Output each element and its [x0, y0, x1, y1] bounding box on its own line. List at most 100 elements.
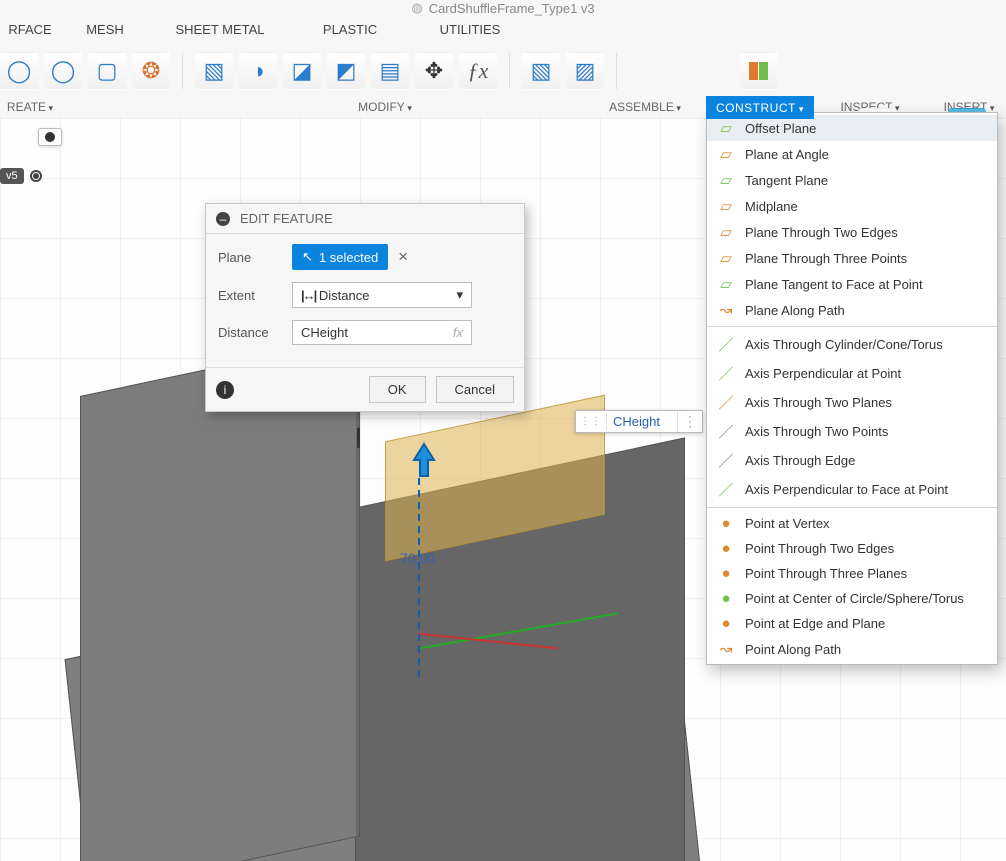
move-icon[interactable]: ✥	[415, 52, 453, 90]
version-visibility-toggle[interactable]	[30, 170, 42, 182]
shell-icon[interactable]: ▤	[371, 52, 409, 90]
menu-axis-perp-face[interactable]: ／Axis Perpendicular to Face at Point	[707, 475, 997, 504]
menu-plane-tangent-face[interactable]: ▱Plane Tangent to Face at Point	[707, 271, 997, 297]
point-vertex-icon: ●	[717, 515, 735, 532]
loft-icon[interactable]: ◪	[283, 52, 321, 90]
chevron-down-icon: ▾	[456, 287, 463, 303]
midplane-icon: ▱	[717, 197, 735, 215]
menu-point-vertex[interactable]: ●Point at Vertex	[707, 511, 997, 536]
axis-edge-icon: ／	[717, 450, 735, 471]
version-tag-label: v5	[0, 168, 24, 184]
offset-direction-line	[418, 478, 420, 678]
menu-point-three-planes[interactable]: ●Point Through Three Planes	[707, 561, 997, 586]
point-edge-plane-icon: ●	[717, 615, 735, 632]
menu-point-edge-plane[interactable]: ●Point at Edge and Plane	[707, 611, 997, 636]
sketch-cube-icon[interactable]: ▢	[88, 52, 126, 90]
plane-angle-icon: ▱	[717, 145, 735, 163]
menu-separator-1	[707, 326, 997, 327]
dialog-titlebar[interactable]: – EDIT FEATURE	[206, 204, 524, 234]
menu-axis-cct[interactable]: ／Axis Through Cylinder/Cone/Torus	[707, 330, 997, 359]
menu-axis-through-edge[interactable]: ／Axis Through Edge	[707, 446, 997, 475]
category-plastic[interactable]: PLASTIC	[290, 22, 410, 44]
dialog-collapse-icon[interactable]: –	[216, 212, 230, 226]
menu-tangent-plane[interactable]: ▱Tangent Plane	[707, 167, 997, 193]
dialog-footer: i OK Cancel	[206, 367, 524, 411]
plane-label: Plane	[218, 250, 292, 265]
sketch-torus-icon[interactable]: ❂	[132, 52, 170, 90]
dialog-title-text: EDIT FEATURE	[240, 211, 333, 226]
category-utilities[interactable]: UTILITIES	[410, 22, 530, 44]
menu-axis-two-planes[interactable]: ／Axis Through Two Planes	[707, 388, 997, 417]
fx-hint-icon: fx	[453, 325, 463, 340]
drag-grip-icon[interactable]: ⋮⋮	[576, 413, 607, 430]
menu-axis-perp-point[interactable]: ／Axis Perpendicular at Point	[707, 359, 997, 388]
document-filename: CardShuffleFrame_Type1 v3	[429, 1, 595, 16]
plane-path-icon: ↝	[717, 301, 735, 319]
distance-input[interactable]: CHeight fx	[292, 320, 472, 345]
collapse-dot-icon	[45, 132, 55, 142]
parameters-fx-icon[interactable]: ƒx	[459, 52, 497, 90]
axis-two-planes-icon: ／	[717, 392, 735, 413]
plane-icon: ▱	[717, 119, 735, 137]
construct-menu[interactable]: ▱Offset Plane ▱Plane at Angle ▱Tangent P…	[706, 112, 998, 665]
axis-perp-face-icon: ／	[717, 479, 735, 500]
menu-point-along-path[interactable]: ↝Point Along Path	[707, 636, 997, 662]
plane-selection-chip[interactable]: ↖ 1 selected	[292, 244, 388, 270]
inline-distance-input[interactable]: ⋮⋮ ⋮	[575, 410, 703, 433]
browser-collapse-chip[interactable]	[38, 128, 62, 146]
revolve-icon[interactable]: ◑	[239, 52, 277, 90]
title-bar: CardShuffleFrame_Type1 v3	[0, 0, 1006, 14]
extent-selected: Distance	[319, 288, 370, 303]
cancel-button[interactable]: Cancel	[436, 376, 514, 403]
point-two-edges-icon: ●	[717, 540, 735, 557]
menu-plane-two-edges[interactable]: ▱Plane Through Two Edges	[707, 219, 997, 245]
category-sheet-metal[interactable]: SHEET METAL	[150, 22, 290, 44]
edit-feature-dialog[interactable]: – EDIT FEATURE Plane ↖ 1 selected × Exte…	[205, 203, 525, 412]
point-center-cst-icon: ●	[717, 590, 735, 607]
inline-more-icon[interactable]: ⋮	[677, 411, 702, 432]
offset-dimension-readout: 70.00	[400, 550, 435, 566]
assemble-joint-icon[interactable]: ▧	[522, 52, 560, 90]
axis-two-points-icon: ／	[717, 421, 735, 442]
toolbar: ◯ ◯ ▢ ❂ ▧ ◑ ◪ ◩ ▤ ✥ ƒx ▧ ▨ 📏 ▲	[0, 48, 1006, 94]
sweep-icon[interactable]: ◩	[327, 52, 365, 90]
extrude-icon[interactable]: ▧	[195, 52, 233, 90]
category-mesh[interactable]: MESH	[60, 22, 150, 44]
inline-distance-field[interactable]	[607, 411, 677, 432]
drag-arrow-up-icon[interactable]	[410, 440, 438, 483]
axis-perp-point-icon: ／	[717, 363, 735, 384]
menu-point-two-edges[interactable]: ●Point Through Two Edges	[707, 536, 997, 561]
version-chip[interactable]: v5	[0, 168, 42, 184]
menu-plane-three-points[interactable]: ▱Plane Through Three Points	[707, 245, 997, 271]
menu-axis-two-points[interactable]: ／Axis Through Two Points	[707, 417, 997, 446]
sketch-box-icon[interactable]: ◯	[44, 52, 82, 90]
plane-three-points-icon: ▱	[717, 249, 735, 267]
construct-plane-icon[interactable]	[740, 52, 778, 90]
info-icon[interactable]: i	[216, 381, 234, 399]
sketch-circle-icon[interactable]: ◯	[0, 52, 38, 90]
ok-button[interactable]: OK	[369, 376, 426, 403]
category-surface[interactable]: RFACE	[0, 22, 60, 44]
distance-glyph-icon: |↔|	[301, 288, 315, 303]
axis-cct-icon: ／	[717, 334, 735, 355]
extent-dropdown[interactable]: |↔| Distance ▾	[292, 282, 472, 308]
distance-label: Distance	[218, 325, 292, 340]
extent-label: Extent	[218, 288, 292, 303]
menu-plane-at-angle[interactable]: ▱Plane at Angle	[707, 141, 997, 167]
assemble-asbuilt-icon[interactable]: ▨	[566, 52, 604, 90]
point-path-icon: ↝	[717, 640, 735, 658]
menu-point-center-cst[interactable]: ●Point at Center of Circle/Sphere/Torus	[707, 586, 997, 611]
menu-plane-along-path[interactable]: ↝Plane Along Path	[707, 297, 997, 323]
tangent-plane-icon: ▱	[717, 171, 735, 189]
point-three-planes-icon: ●	[717, 565, 735, 582]
clear-selection-icon[interactable]: ×	[398, 247, 408, 267]
group-construct-active[interactable]: CONSTRUCT	[706, 96, 814, 119]
group-assemble[interactable]: ASSEMBLE	[590, 100, 700, 120]
plane-tangent-face-icon: ▱	[717, 275, 735, 293]
group-create[interactable]: REATE	[0, 100, 60, 120]
plane-selection-count: 1 selected	[319, 250, 378, 265]
plane-two-edges-icon: ▱	[717, 223, 735, 241]
group-modify[interactable]: MODIFY	[320, 100, 450, 120]
workspace-category-row: RFACE MESH SHEET METAL PLASTIC UTILITIES	[0, 22, 1006, 44]
menu-midplane[interactable]: ▱Midplane	[707, 193, 997, 219]
